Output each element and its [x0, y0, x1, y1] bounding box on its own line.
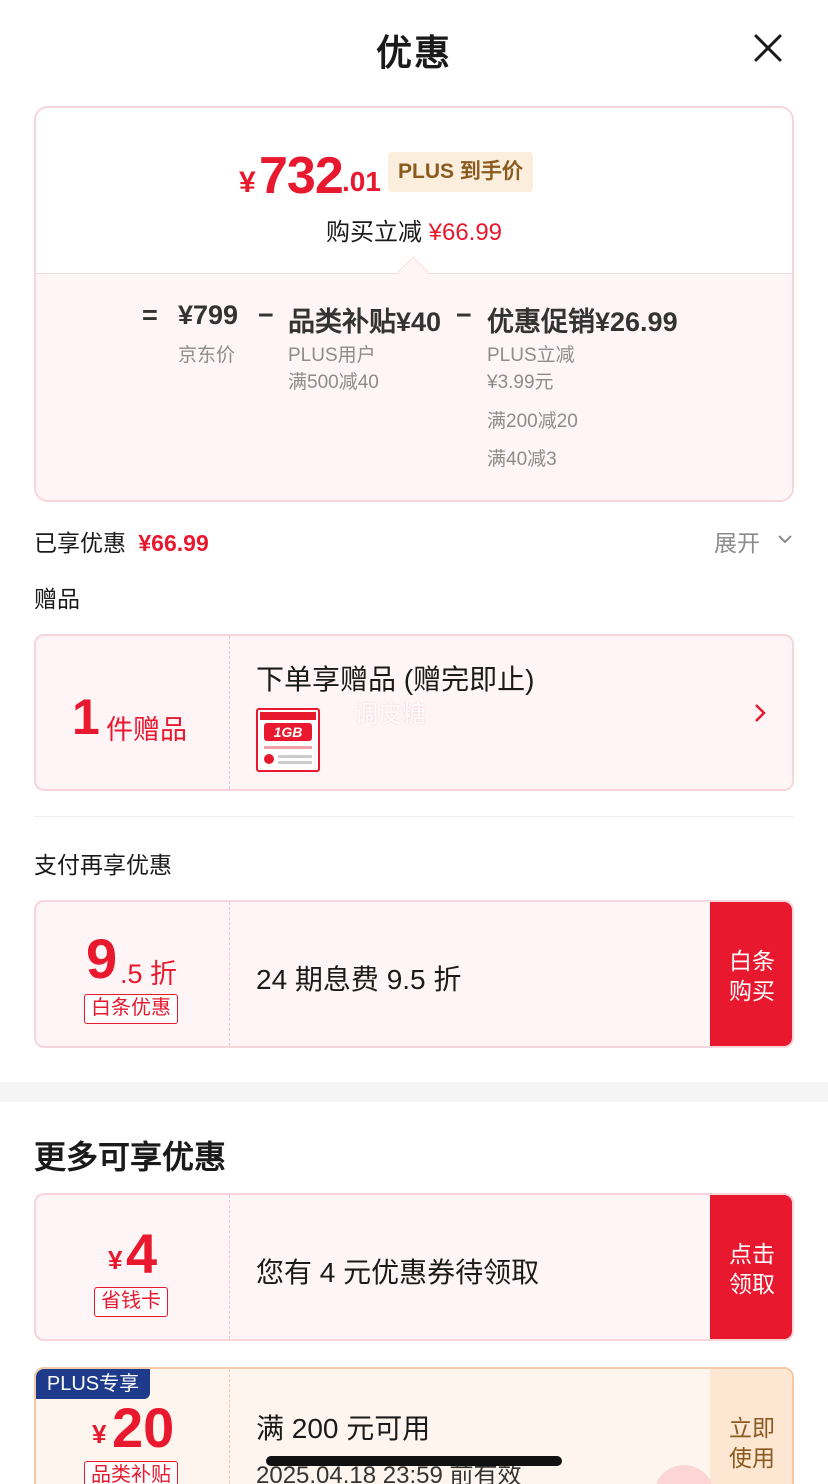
more-discounts-title: 更多可享优惠: [34, 1139, 227, 1175]
plus-coupon-amount: 20: [112, 1396, 175, 1459]
watermark: 调皮糖: [354, 701, 426, 728]
plus-coupon-title: 满 200 元可用: [256, 1413, 431, 1444]
discount-fraction: .5 折: [120, 959, 178, 989]
home-indicator[interactable]: [266, 1456, 562, 1466]
plus-exclusive-badge: PLUS专享: [36, 1369, 150, 1399]
gift-sim-card-image[interactable]: 1GB: [256, 708, 320, 772]
plus-coupon-currency: ¥: [92, 1419, 107, 1449]
category-subsidy-line: PLUS用户: [288, 345, 376, 366]
price-summary-card: ¥ 732 .01 PLUS 到手价 购买立减 ¥66.99 = ¥799 京东…: [34, 106, 794, 502]
price-symbol: ¥: [239, 166, 256, 199]
gift-card[interactable]: 1 件赠品 下单享赠品 (赠完即止) 1GB 调皮糖: [34, 634, 794, 791]
button-line: 白条: [729, 948, 775, 974]
gift-count: 1: [72, 689, 100, 745]
payment-section-title: 支付再享优惠: [34, 852, 172, 878]
gift-image-label: 1GB: [264, 723, 312, 741]
minus-sign-1: −: [258, 300, 274, 330]
gift-section-title: 赠品: [34, 586, 80, 612]
divider: [34, 816, 794, 817]
baitiao-tag: 白条优惠: [84, 994, 178, 1024]
promotion-line: 满200减20: [487, 411, 578, 432]
baitiao-card[interactable]: 9 .5 折 白条优惠 24 期息费 9.5 折 白条 购买: [34, 900, 794, 1048]
button-line: 领取: [729, 1271, 775, 1297]
minus-sign-2: −: [456, 300, 472, 330]
enjoyed-discount: 已享优惠 ¥66.99: [34, 524, 209, 558]
gift-count-unit: 件赠品: [106, 715, 187, 745]
promotion-discount: 优惠促销¥26.99: [487, 307, 678, 337]
expand-toggle[interactable]: 展开: [714, 524, 760, 558]
saver-description: 您有 4 元优惠券待领取: [256, 1257, 540, 1288]
instant-saving-label: 购买立减: [325, 219, 422, 246]
promotion-line: ¥3.99元: [487, 372, 554, 393]
plus-coupon-tag: 品类补贴: [84, 1461, 178, 1484]
category-subsidy: 品类补贴¥40: [288, 307, 442, 337]
baitiao-discount-panel: 9 .5 折 白条优惠: [36, 902, 230, 1046]
enjoyed-amount: ¥66.99: [138, 530, 209, 556]
button-line: 点击: [729, 1241, 775, 1267]
page-title: 优惠: [375, 32, 452, 73]
instant-saving-amount: ¥66.99: [428, 219, 503, 246]
discount-integer: 9: [86, 927, 118, 990]
baitiao-description: 24 期息费 9.5 折: [256, 964, 462, 995]
button-line: 立即: [729, 1415, 775, 1441]
gift-title: 下单享赠品 (赠完即止): [256, 664, 535, 695]
jd-price-label: 京东价: [178, 345, 236, 366]
use-now-button[interactable]: 立即 使用: [710, 1369, 792, 1484]
claim-button[interactable]: 点击 领取: [710, 1195, 792, 1339]
button-line: 购买: [729, 978, 775, 1004]
enjoyed-label: 已享优惠: [34, 530, 126, 556]
baitiao-buy-button[interactable]: 白条 购买: [710, 902, 792, 1046]
category-subsidy-line: 满500减40: [288, 372, 379, 393]
final-price-integer: 732: [259, 147, 344, 205]
plus-price-badge: PLUS 到手价: [388, 152, 533, 192]
saver-amount: 4: [126, 1222, 158, 1285]
close-icon[interactable]: [750, 30, 786, 66]
promotion-line: PLUS立减: [487, 345, 575, 366]
saver-card-coupon[interactable]: ¥ 4 省钱卡 您有 4 元优惠券待领取 点击 领取: [34, 1193, 794, 1341]
section-gap: [0, 1082, 828, 1102]
final-price-decimal: .01: [342, 166, 381, 197]
chevron-right-icon[interactable]: [752, 702, 768, 724]
gift-count-panel: 1 件赠品: [36, 636, 230, 789]
plus-coupon-card[interactable]: ¥ 20 品类补贴 PLUS专享 满 200 元可用 2025.04.18 23…: [34, 1367, 794, 1484]
saver-amount-panel: ¥ 4 省钱卡: [36, 1195, 230, 1339]
instant-saving-line: 购买立减 ¥66.99: [36, 212, 792, 247]
summary-top: ¥ 732 .01 PLUS 到手价 购买立减 ¥66.99: [36, 108, 792, 273]
price-breakdown: = ¥799 京东价 − 品类补贴¥40 PLUS用户 满500减40 − 优惠…: [36, 273, 792, 500]
used-stamp: [654, 1465, 714, 1484]
jd-price: ¥799: [178, 300, 239, 330]
equals-sign: =: [142, 300, 158, 330]
saver-tag: 省钱卡: [94, 1287, 168, 1317]
chevron-down-icon[interactable]: [776, 530, 794, 548]
promotion-line: 满40减3: [487, 449, 557, 470]
button-line: 使用: [729, 1445, 775, 1471]
saver-currency: ¥: [108, 1245, 123, 1275]
